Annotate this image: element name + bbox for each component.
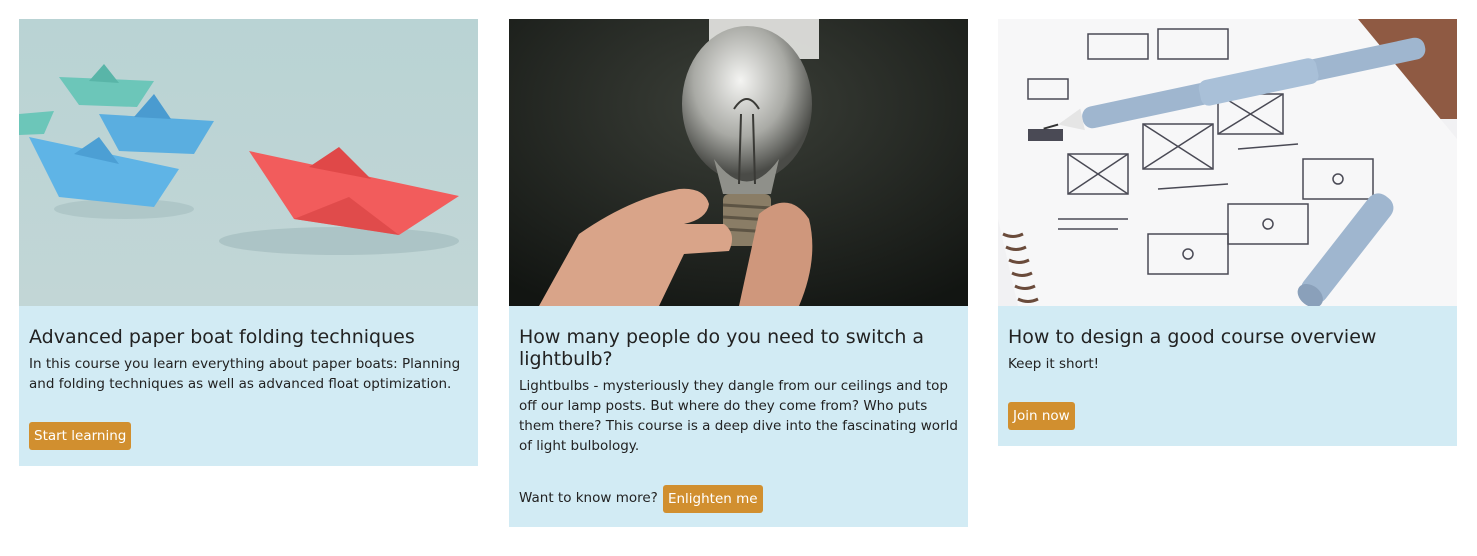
card-title: How to design a good course overview: [1008, 326, 1377, 348]
card-cta-row: Start learning: [29, 422, 132, 450]
card-title: How many people do you need to switch a …: [519, 326, 925, 370]
enlighten-me-button[interactable]: Enlighten me: [662, 484, 763, 513]
course-card-course-overview: How to design a good course overview Kee…: [998, 19, 1457, 446]
card-cta-row: Join now: [1008, 402, 1075, 430]
card-title: Advanced paper boat folding techniques: [29, 326, 415, 348]
card-body: How many people do you need to switch a …: [509, 306, 968, 472]
card-cta-row: Want to know more? Enlighten me: [519, 484, 763, 513]
course-card-paper-boats: Advanced paper boat folding techniques I…: [19, 19, 478, 466]
course-card-lightbulb: How many people do you need to switch a …: [509, 19, 968, 527]
card-description: Lightbulbs - mysteriously they dangle fr…: [519, 378, 958, 454]
lightbulb-image: [509, 19, 968, 306]
card-description: Keep it short!: [1008, 356, 1100, 372]
card-body: Advanced paper boat folding techniques I…: [19, 306, 478, 410]
start-learning-button[interactable]: Start learning: [29, 422, 132, 450]
cta-prefix-text: Want to know more?: [519, 490, 658, 506]
join-now-button[interactable]: Join now: [1008, 402, 1075, 430]
wireframe-sketch-image: [998, 19, 1457, 306]
paper-boats-image: [19, 19, 478, 306]
card-body: How to design a good course overview Kee…: [998, 306, 1457, 390]
card-description: In this course you learn everything abou…: [29, 356, 461, 392]
